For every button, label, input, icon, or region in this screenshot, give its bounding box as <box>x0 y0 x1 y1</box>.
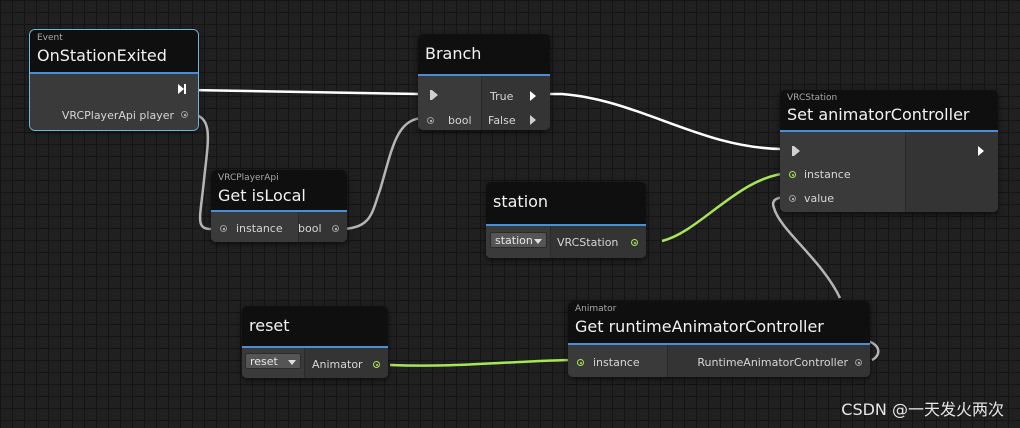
pane-divider <box>550 226 551 258</box>
station-dropdown[interactable]: station <box>490 232 547 248</box>
output-label-bool: bool <box>298 222 322 235</box>
output-label-animator: Animator <box>312 358 363 371</box>
node-get-islocal[interactable]: VRCPlayerApi Get isLocal instance bool <box>211 170 347 242</box>
reset-dropdown[interactable]: reset <box>245 353 301 369</box>
input-port-bool[interactable] <box>427 117 434 124</box>
pane-divider <box>905 132 906 212</box>
node-category: Event <box>37 33 63 43</box>
node-header: reset <box>242 306 388 348</box>
input-label-instance: instance <box>804 168 851 181</box>
node-title: Get isLocal <box>218 186 306 205</box>
input-port-instance[interactable] <box>220 225 227 232</box>
node-body: instance RuntimeAnimatorController <box>568 345 870 377</box>
node-title: reset <box>249 316 290 335</box>
dropdown-value: reset <box>250 355 278 368</box>
node-title: Branch <box>425 44 482 63</box>
node-title: Get runtimeAnimatorController <box>575 317 824 336</box>
node-body: instance value <box>780 132 998 212</box>
flow-out-false[interactable] <box>530 115 536 125</box>
pane-divider <box>304 348 305 378</box>
flow-in-bar <box>430 90 432 100</box>
node-header: VRCStation Set animatorController <box>780 90 998 132</box>
output-port-animator[interactable] <box>373 361 380 368</box>
node-body: bool True False <box>418 76 550 130</box>
flow-in-port[interactable] <box>794 146 800 156</box>
input-label-instance: instance <box>593 356 640 369</box>
wire-islocal-to-branch <box>339 116 425 231</box>
input-label-bool: bool <box>448 114 472 127</box>
node-get-runtimeanimatorcontroller[interactable]: Animator Get runtimeAnimatorController i… <box>568 301 870 377</box>
node-branch[interactable]: Branch bool True False <box>418 34 550 130</box>
pane-divider <box>667 345 668 377</box>
node-header: Branch <box>418 34 550 76</box>
wire-player-to-islocal <box>187 112 213 231</box>
node-header: VRCPlayerApi Get isLocal <box>211 170 347 212</box>
pane-divider <box>481 76 482 130</box>
node-header: Event OnStationExited <box>30 30 198 74</box>
input-label-instance: instance <box>236 222 283 235</box>
watermark: CSDN @一天发火两次 <box>841 400 1004 419</box>
node-category: VRCStation <box>787 93 838 103</box>
output-label-false: False <box>488 114 516 127</box>
node-title: Set animatorController <box>787 105 970 124</box>
output-port-player[interactable] <box>181 111 188 118</box>
node-body: station VRCStation <box>486 226 646 258</box>
input-label-value: value <box>804 192 835 205</box>
flow-in-bar <box>792 146 794 156</box>
input-port-value[interactable] <box>789 195 796 202</box>
flow-out-port[interactable] <box>978 146 984 156</box>
output-pane <box>906 132 998 212</box>
output-port-bool[interactable] <box>332 225 339 232</box>
node-category: VRCPlayerApi <box>218 173 279 183</box>
flow-in-port[interactable] <box>432 90 438 100</box>
node-title: station <box>493 192 549 211</box>
node-reset-variable[interactable]: reset reset Animator <box>242 306 388 378</box>
dropdown-value: station <box>495 234 533 247</box>
output-label-true: True <box>490 90 514 103</box>
output-port-runtimeanimatorcontroller[interactable] <box>855 359 862 366</box>
node-set-animatorcontroller[interactable]: VRCStation Set animatorController instan… <box>780 90 998 212</box>
flow-out-true[interactable] <box>530 91 536 101</box>
output-port-vrcstation[interactable] <box>631 239 638 246</box>
node-body: reset Animator <box>242 348 388 378</box>
chevron-down-icon <box>288 360 296 365</box>
node-station-variable[interactable]: station station VRCStation <box>486 182 646 258</box>
flow-out-bar <box>184 84 186 94</box>
output-label-player: VRCPlayerApi player <box>61 109 174 122</box>
wire-reset-to-instance <box>389 358 579 367</box>
node-body: VRCPlayerApi player <box>30 74 198 130</box>
flow-wire-event-to-branch <box>189 88 421 96</box>
output-label-vrcstation: VRCStation <box>557 236 619 249</box>
node-title: OnStationExited <box>37 46 167 65</box>
input-port-instance[interactable] <box>789 171 796 178</box>
node-header: Animator Get runtimeAnimatorController <box>568 301 870 345</box>
output-label-runtimeanimatorcontroller: RuntimeAnimatorController <box>697 356 848 369</box>
flow-wire-branch-true-to-set <box>540 92 783 151</box>
node-onstationexited[interactable]: Event OnStationExited VRCPlayerApi playe… <box>29 29 199 131</box>
node-body: instance bool <box>211 212 347 242</box>
chevron-down-icon <box>534 239 542 244</box>
input-port-instance[interactable] <box>577 359 584 366</box>
node-category: Animator <box>575 304 617 314</box>
node-header: station <box>486 182 646 226</box>
wire-station-to-instance <box>661 171 791 243</box>
